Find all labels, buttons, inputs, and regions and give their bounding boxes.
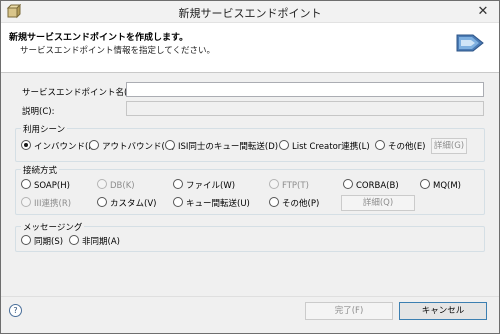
finish-button[interactable]: 完了(F)	[305, 302, 393, 320]
radio-indicator[interactable]	[21, 235, 31, 245]
radio-label: ファイル(W)	[186, 181, 236, 191]
title-bar: 新規サービスエンドポイント ✕	[1, 1, 499, 23]
radio-indicator[interactable]	[420, 179, 430, 189]
radio-indicator[interactable]	[269, 179, 279, 189]
radio-label: III連携(R)	[34, 199, 72, 209]
radio-iii-integration[interactable]: III連携(R)	[21, 197, 71, 209]
radio-indicator[interactable]	[89, 140, 99, 150]
description-input[interactable]	[126, 101, 484, 116]
radio-corba[interactable]: CORBA(B)	[343, 179, 399, 191]
radio-label: その他(E)	[388, 142, 426, 152]
radio-ftp[interactable]: FTP(T)	[269, 179, 309, 191]
radio-label: CORBA(B)	[356, 181, 399, 191]
window-title: 新規サービスエンドポイント	[178, 7, 322, 20]
radio-label: カスタム(V)	[110, 199, 157, 209]
radio-file[interactable]: ファイル(W)	[173, 179, 235, 191]
usage-detail-button[interactable]: 詳細(G)	[431, 138, 467, 154]
radio-indicator[interactable]	[173, 197, 183, 207]
radio-label: MQ(M)	[433, 181, 461, 191]
description-label: 説明(C):	[22, 107, 55, 117]
radio-inbound[interactable]: インバウンド(I)	[21, 140, 94, 152]
radio-mq[interactable]: MQ(M)	[420, 179, 461, 191]
radio-usage-other[interactable]: その他(E)	[375, 140, 426, 152]
connection-title: 接続方式	[21, 164, 60, 176]
radio-label: その他(P)	[282, 199, 320, 209]
radio-label: 非同期(A)	[82, 237, 120, 247]
radio-label: 同期(S)	[34, 237, 64, 247]
radio-list-creator[interactable]: List Creator連携(L)	[279, 140, 370, 152]
cancel-button[interactable]: キャンセル	[399, 302, 487, 320]
radio-indicator[interactable]	[343, 179, 353, 189]
radio-indicator[interactable]	[21, 179, 31, 189]
radio-indicator[interactable]	[375, 140, 385, 150]
radio-indicator[interactable]	[165, 140, 175, 150]
radio-sync[interactable]: 同期(S)	[21, 235, 63, 247]
help-icon[interactable]: ?	[9, 304, 22, 317]
radio-indicator[interactable]	[21, 197, 31, 207]
wizard-header: 新規サービスエンドポイントを作成します。 サービスエンドポイント情報を指定してく…	[1, 23, 499, 73]
radio-label: DB(K)	[110, 181, 135, 191]
endpoint-arrow-icon	[455, 31, 485, 55]
radio-label: FTP(T)	[282, 181, 309, 191]
radio-indicator[interactable]	[21, 140, 31, 150]
radio-db[interactable]: DB(K)	[97, 179, 135, 191]
radio-outbound[interactable]: アウトバウンド(O)	[89, 140, 175, 152]
radio-label: List Creator連携(L)	[292, 142, 370, 152]
radio-indicator[interactable]	[97, 197, 107, 207]
radio-indicator[interactable]	[173, 179, 183, 189]
radio-label: アウトバウンド(O)	[102, 142, 175, 152]
close-icon[interactable]: ✕	[473, 3, 493, 20]
radio-custom[interactable]: カスタム(V)	[97, 197, 156, 209]
endpoint-name-input[interactable]	[126, 82, 484, 97]
radio-async[interactable]: 非同期(A)	[69, 235, 120, 247]
footer-separator	[1, 296, 499, 297]
wizard-description: サービスエンドポイント情報を指定してください。	[20, 46, 215, 56]
radio-label: ISI同士のキュー間転送(D)	[178, 142, 279, 152]
radio-connection-other[interactable]: その他(P)	[269, 197, 319, 209]
radio-indicator[interactable]	[97, 179, 107, 189]
radio-isi-queue-transfer[interactable]: ISI同士のキュー間転送(D)	[165, 140, 278, 152]
wizard-title: 新規サービスエンドポイントを作成します。	[9, 33, 189, 43]
radio-label: SOAP(H)	[34, 181, 70, 191]
radio-indicator[interactable]	[269, 197, 279, 207]
radio-indicator[interactable]	[69, 235, 79, 245]
usage-scene-title: 利用シーン	[21, 123, 68, 135]
connection-detail-button[interactable]: 詳細(Q)	[341, 195, 415, 211]
radio-label: キュー間転送(U)	[186, 199, 250, 209]
radio-queue-transfer[interactable]: キュー間転送(U)	[173, 197, 250, 209]
messaging-title: メッセージング	[21, 221, 85, 233]
radio-indicator[interactable]	[279, 140, 289, 150]
radio-label: インバウンド(I)	[34, 142, 95, 152]
radio-soap[interactable]: SOAP(H)	[21, 179, 70, 191]
dialog-window: 新規サービスエンドポイント ✕ 新規サービスエンドポイントを作成します。 サービ…	[0, 0, 500, 334]
